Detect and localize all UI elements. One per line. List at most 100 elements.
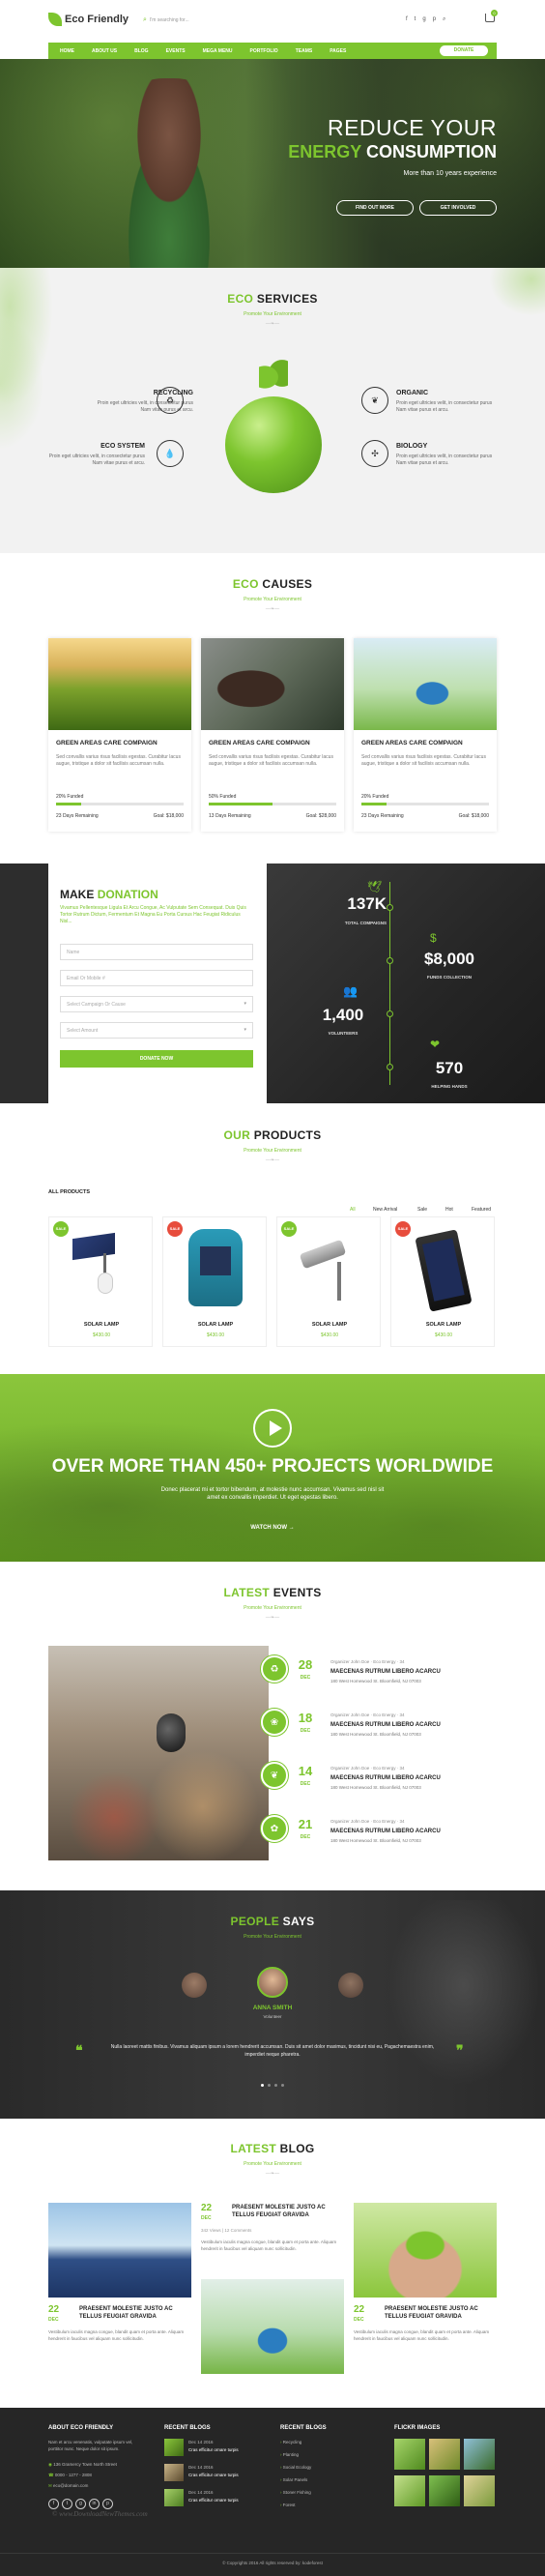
carousel-dot[interactable]	[261, 2084, 264, 2087]
filter-sale[interactable]: Sale	[417, 1207, 427, 1213]
blog-image-hands-plant[interactable]	[354, 2203, 497, 2298]
footer-link[interactable]: › Stoner Fishing	[280, 2489, 311, 2496]
product-card[interactable]: SALE SOLAR LAMP $430.00	[276, 1216, 381, 1347]
event-address: 180 West Homewood St. Bloomfield, NJ 070…	[330, 1732, 421, 1737]
watch-now-link[interactable]: WATCH NOW →	[0, 1525, 545, 1531]
product-card[interactable]: SALE SOLAR LAMP $430.00	[390, 1216, 495, 1347]
nav-item-blog[interactable]: BLOG	[134, 48, 148, 54]
cause-card[interactable]: GREEN AREAS CARE COMPAIGN Sed convallis …	[354, 638, 497, 832]
email-field[interactable]: Email Or Mobile #	[60, 970, 253, 986]
nav-item-portfolio[interactable]: PORTFOLIO	[250, 48, 278, 54]
footer-link[interactable]: › Planting	[280, 2451, 299, 2458]
product-card[interactable]: SALE SOLAR LAMP $430.00	[162, 1216, 267, 1347]
footer-link[interactable]: › Social Ecology	[280, 2464, 311, 2471]
event-title: MAECENAS RUTRUM LIBERO ACARCU	[330, 1722, 441, 1728]
cause-card[interactable]: GREEN AREAS CARE COMPAIGN Sed convallis …	[48, 638, 191, 832]
flickr-image[interactable]	[464, 2439, 495, 2470]
causes-divider-leaf-icon: —❧—	[265, 606, 280, 612]
footer-phone-text: 0000 - 1277 - 2808	[54, 2473, 92, 2477]
cause-goal: Goal: $28,000	[305, 813, 336, 819]
social-pinterest-icon[interactable]: p	[102, 2499, 113, 2509]
footer-recent-item[interactable]: Dec 14 2016 Cras efficitur ornare turpis	[164, 2439, 251, 2460]
filter-new-arrival[interactable]: New Arrival	[373, 1207, 397, 1213]
nav-item-about[interactable]: ABOUT US	[92, 48, 117, 54]
get-involved-button[interactable]: GET INVOLVED	[419, 200, 497, 216]
nav-item-home[interactable]: HOME	[60, 48, 74, 54]
avatar[interactable]	[182, 1973, 207, 1998]
product-name: SOLAR LAMP	[83, 1322, 120, 1328]
footer-divider	[0, 2553, 545, 2554]
event-row[interactable]: ❀ 18 DEC Organizer John Doe · Eco Energy…	[261, 1709, 507, 1765]
flickr-image[interactable]	[429, 2475, 460, 2506]
flickr-image[interactable]	[394, 2475, 425, 2506]
event-address: 180 West Homewood St. Bloomfield, NJ 070…	[330, 1679, 421, 1683]
flickr-image[interactable]	[429, 2439, 460, 2470]
blog-image-wind-solar[interactable]	[48, 2203, 191, 2298]
service-eco-system[interactable]: ECO SYSTEM Proin eget ultricies velit, i…	[48, 440, 145, 483]
twitter-icon[interactable]: t	[415, 16, 416, 23]
header-search-icon[interactable]: ⌕	[443, 16, 445, 23]
social-linkedin-icon[interactable]: in	[89, 2499, 100, 2509]
find-out-more-button[interactable]: FIND OUT MORE	[336, 200, 414, 216]
product-card[interactable]: SALE SOLAR LAMP $430.00	[48, 1216, 153, 1347]
carousel-dot[interactable]	[274, 2084, 277, 2087]
nav-item-mega-menu[interactable]: MEGA MENU	[203, 48, 233, 54]
nav-item-events[interactable]: EVENTS	[166, 48, 186, 54]
social-facebook-icon[interactable]: f	[48, 2499, 59, 2509]
donate-now-button[interactable]: DONATE NOW	[60, 1050, 253, 1068]
flickr-image[interactable]	[464, 2475, 495, 2506]
event-row[interactable]: ✿ 21 DEC Organizer John Doe · Eco Energy…	[261, 1815, 507, 1871]
footer-recent-item[interactable]: Dec 14 2016 Cras efficitur ornare turpis	[164, 2489, 251, 2510]
donate-button[interactable]: DONATE	[440, 45, 488, 56]
service-biology[interactable]: BIOLOGY Proin eget ultricies velit, in c…	[396, 440, 502, 483]
event-address: 180 West Homewood St. Bloomfield, NJ 070…	[330, 1785, 421, 1790]
footer-email[interactable]: ✉ eco@domain.com	[48, 2482, 88, 2489]
carousel-dots[interactable]	[261, 2084, 284, 2087]
nav-item-pages[interactable]: PAGES	[330, 48, 346, 54]
footer-link[interactable]: › Solar Panels	[280, 2476, 307, 2483]
event-row[interactable]: ❦ 14 DEC Organizer John Doe · Eco Energy…	[261, 1762, 507, 1818]
hero-bokeh	[0, 59, 545, 268]
product-name: SOLAR LAMP	[197, 1322, 234, 1328]
amount-select[interactable]: Select Amount ▾	[60, 1022, 253, 1039]
name-field[interactable]: Name	[60, 944, 253, 960]
play-icon[interactable]	[253, 1409, 292, 1448]
google-plus-icon[interactable]: g	[422, 16, 425, 23]
cause-progress-bar	[209, 803, 336, 805]
carousel-dot[interactable]	[281, 2084, 284, 2087]
blog-post[interactable]: 22 DEC PRAESENT MOLESTIE JUSTO AC TELLUS…	[48, 2304, 191, 2353]
campaign-select[interactable]: Select Campaign Or Cause ▾	[60, 996, 253, 1012]
footer-link-label: Social Ecology	[282, 2465, 312, 2470]
pinterest-icon[interactable]: p	[433, 16, 436, 23]
footer-address: ◉ 136 Gramercy Town North Street	[48, 2461, 117, 2468]
blog-image-kids-recycling[interactable]	[201, 2279, 344, 2374]
facebook-icon[interactable]: f	[406, 16, 408, 23]
avatar[interactable]	[338, 1973, 363, 1998]
service-organic[interactable]: ORGANIC Proin eget ultricies velit, in c…	[396, 387, 502, 430]
flickr-image[interactable]	[394, 2439, 425, 2470]
hand-heart-icon: ❤	[430, 1038, 441, 1051]
filter-all[interactable]: All	[350, 1207, 356, 1213]
avatar[interactable]	[257, 1967, 288, 1998]
footer-link[interactable]: › Recycling	[280, 2439, 301, 2445]
logo[interactable]: Eco Friendly	[48, 11, 129, 28]
filter-featured[interactable]: Featured	[472, 1207, 491, 1213]
cause-card[interactable]: GREEN AREAS CARE COMPAIGN Sed convallis …	[201, 638, 344, 832]
service-organic-title: ORGANIC	[396, 390, 429, 396]
event-row[interactable]: ♻ 28 DEC Organizer John Doe · Eco Energy…	[261, 1655, 507, 1712]
sprout-icon	[259, 358, 288, 396]
carousel-dot[interactable]	[268, 2084, 271, 2087]
blog-post[interactable]: 22 DEC PRAESENT MOLESTIE JUSTO AC TELLUS…	[201, 2203, 344, 2280]
filter-hot[interactable]: Hot	[445, 1207, 453, 1213]
stat-helping-hands-number: 570	[435, 1059, 464, 1077]
social-google-icon[interactable]: g	[75, 2499, 86, 2509]
service-biology-title: BIOLOGY	[396, 443, 428, 450]
stat-funds-label: FUNDS COLLECTION	[427, 975, 472, 980]
footer-link[interactable]: › Forest	[280, 2502, 296, 2508]
footer-recent-item[interactable]: Dec 14 2016 Cras efficitur ornare turpis	[164, 2464, 251, 2485]
search-bar[interactable]: ⌕ I'm searching for...	[143, 15, 259, 26]
nav-item-teams[interactable]: TEAMS	[296, 48, 313, 54]
blog-post[interactable]: 22 DEC PRAESENT MOLESTIE JUSTO AC TELLUS…	[354, 2304, 497, 2353]
social-twitter-icon[interactable]: t	[62, 2499, 72, 2509]
power-bank-panel	[421, 1238, 465, 1302]
